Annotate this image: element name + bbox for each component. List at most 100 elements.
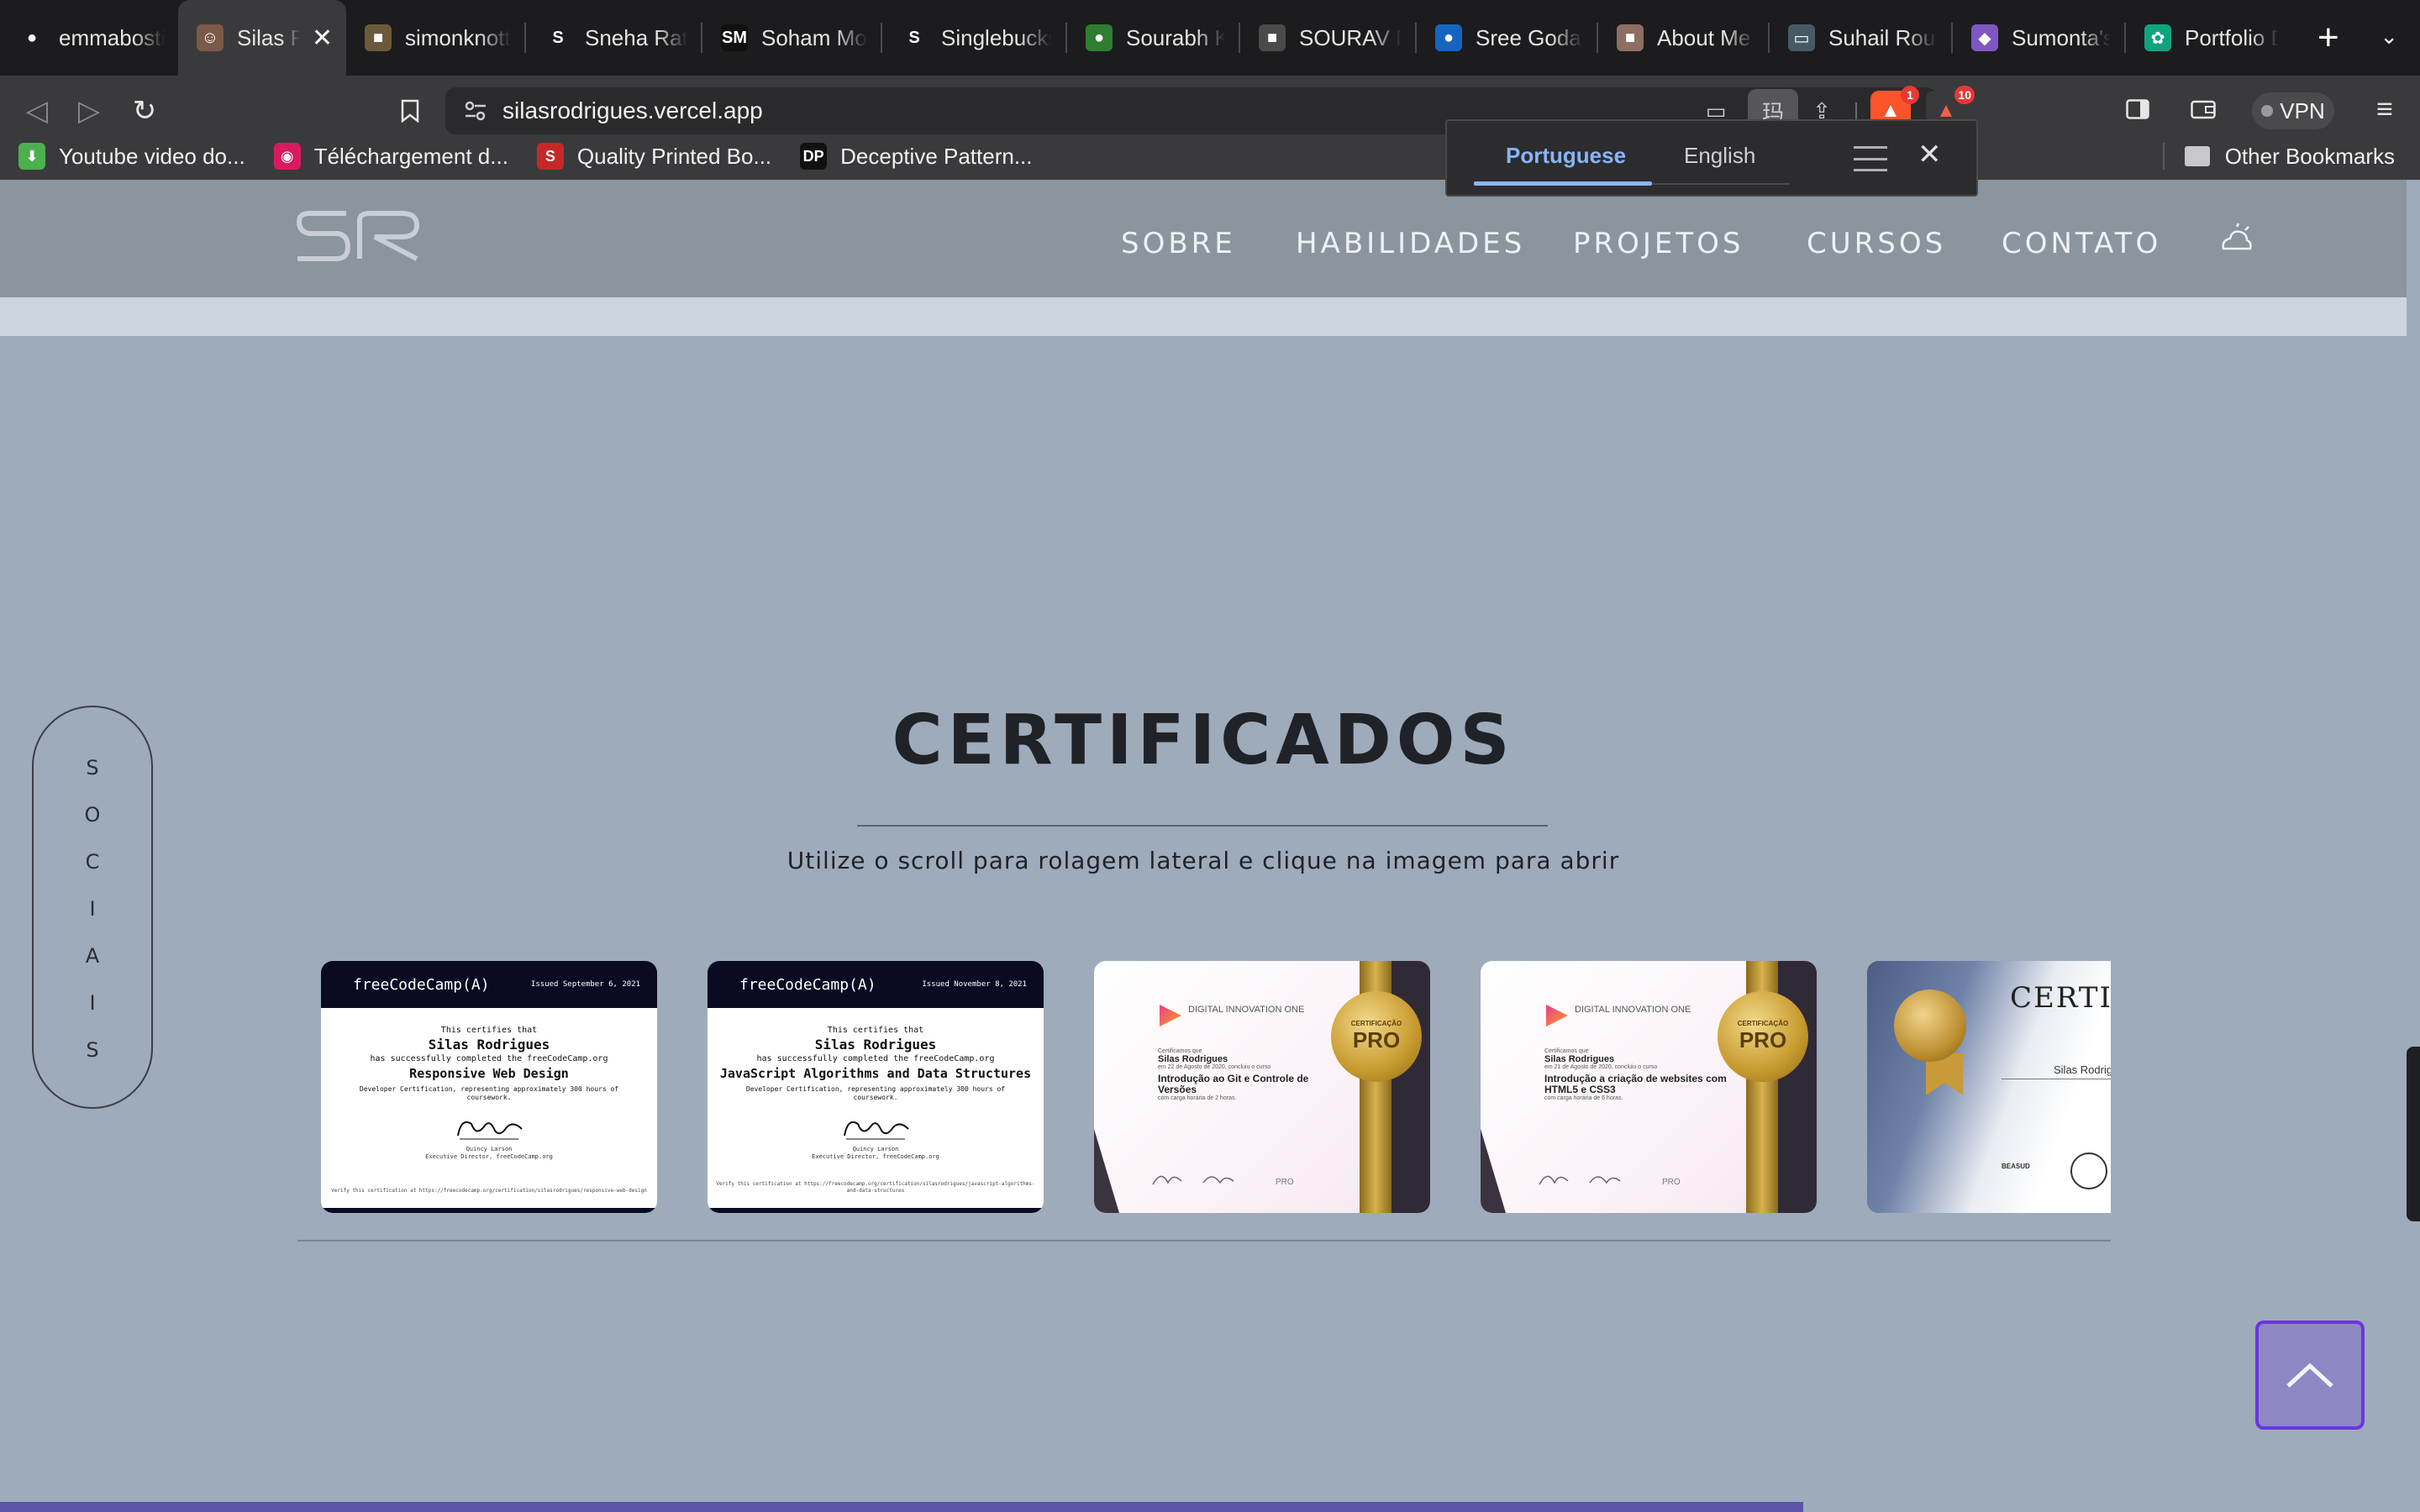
fcc-completed: has successfully completed the freeCodeC… [756,1054,995,1063]
corner-decoration [1481,1129,1506,1213]
vpn-status-dot [2261,105,2274,117]
browser-tab[interactable]: ● Sourabh Ko [1067,0,1239,76]
sidebar-toggle-icon[interactable] [2121,92,2154,126]
fcc-brand: freeCodeCamp(A) [739,975,876,994]
site-settings-icon[interactable] [459,94,492,128]
browser-tab-bar: ● emmabosti ☺ Silas R ✕ ■ simonknott S Sneha Rat… [0,0,2420,76]
wallet-icon[interactable] [2186,92,2220,126]
seal-caption: CERTIFICAÇÃO [1737,1020,1789,1027]
browser-tab[interactable]: ✿ Portfolio De [2126,0,2292,76]
translate-source-tab[interactable]: Portuguese [1506,143,1626,169]
fcc-signer-title: Executive Director, freeCodeCamp.org [812,1153,939,1160]
page-progress-bar [0,1502,1803,1512]
bookmark-item[interactable]: ⬇ Youtube video do... [18,143,245,170]
nav-link-habilidades[interactable]: HABILIDADES [1296,227,1525,260]
other-bookmarks[interactable]: Other Bookmarks [2162,133,2395,180]
tab-label: Sumonta's [2012,24,2111,50]
tab-label: Sree Godav [1476,24,1583,50]
avatar-icon: ■ [1259,24,1286,51]
webpage: SOBRE HABILIDADES PROJETOS CURSOS CONTATO SO… [0,180,2420,1512]
certificate-card-fcc-2[interactable]: freeCodeCamp(A) Issued November 8, 2021 … [708,961,1044,1213]
browser-tab[interactable]: ■ About Me | [1598,0,1768,76]
certificate-card-award[interactable]: CERTIF Silas Rodrig BEASUD [1867,961,2111,1213]
dio-course: Introdução a criação de websites com HTM… [1544,1073,1727,1095]
nav-link-sobre[interactable]: SOBRE [1121,227,1236,260]
bookmark-item[interactable]: ◉ Téléchargement d... [273,143,508,170]
scroll-to-top-button[interactable] [2255,1320,2365,1430]
tab-list-chevron-icon[interactable]: ⌄ [2380,24,2398,50]
translate-target-tab[interactable]: English [1684,143,1755,169]
browser-tab[interactable]: ☺ Silas R ✕ [178,0,346,76]
site-header: SOBRE HABILIDADES PROJETOS CURSOS CONTATO [0,180,2407,297]
dio-text: Certificamos que Silas Rodrigues em 21 d… [1544,1048,1729,1101]
emblem-icon [2070,1152,2107,1189]
side-panel-handle[interactable] [2407,1047,2420,1221]
dio-certify: Certificamos que [1544,1048,1589,1054]
tab-label: Sneha Ratn [585,24,687,50]
fcc-course: JavaScript Algorithms and Data Structure… [719,1066,1032,1081]
browser-tab[interactable]: S Sneha Ratn [526,0,701,76]
back-button[interactable]: ◁ [18,92,55,129]
bookmark-item[interactable]: S Quality Printed Bo... [536,143,771,170]
certificate-card-fcc-1[interactable]: freeCodeCamp(A) Issued September 6, 2021… [321,961,657,1213]
nav-link-cursos[interactable]: CURSOS [1807,227,1946,260]
theme-toggle-icon[interactable] [2217,222,2254,259]
fcc-recipient: Silas Rodrigues [814,1037,937,1053]
github-icon: ● [18,24,45,51]
browser-tab[interactable]: ● emmabosti [0,0,178,76]
fcc-issued-date: Issued September 6, 2021 [530,980,640,989]
nav-link-projetos[interactable]: PROJETOS [1573,227,1744,260]
folder-icon [2184,146,2210,166]
dp-logo-icon: DP [800,143,828,170]
avatar-icon: ■ [365,24,392,51]
forward-button[interactable]: ▷ [71,92,108,129]
dio-certify: Certificamos que [1158,1048,1202,1054]
pro-seal-icon: CERTIFICAÇÃO PRO [1331,991,1422,1082]
dio-hours: com carga horária de 2 horas. [1158,1095,1237,1101]
rewards-count-badge: 10 [1954,86,1975,104]
award-footer: BEASUD [2002,1163,2030,1170]
avatar-icon: ◆ [1971,24,1998,51]
dio-logo-text: DIGITAL INNOVATION ONE [1188,1005,1305,1015]
bookmark-item[interactable]: DP Deceptive Pattern... [800,143,1033,170]
dio-logo-icon [1160,1005,1181,1026]
reload-button[interactable]: ↻ [126,92,163,129]
dio-logo: DIGITAL INNOVATION ONE [1546,1005,1691,1026]
avatar-icon: ■ [1617,24,1644,51]
carousel-divider [297,1240,2111,1242]
fcc-completed: has successfully completed the freeCodeC… [370,1054,608,1063]
close-icon[interactable]: ✕ [1918,138,1942,171]
browser-tab[interactable]: ■ SOURAV DU [1240,0,1415,76]
dio-pro-footer: PRO [1276,1178,1294,1187]
tab-label: emmabosti [59,24,165,50]
url-text[interactable]: silasrodrigues.vercel.app [502,92,763,129]
browser-tab[interactable]: ● Sree Godav [1417,0,1597,76]
certificate-card-dio-2[interactable]: CERTIFICAÇÃO PRO DIGITAL INNOVATION ONE … [1481,961,1817,1213]
pink-app-icon: ◉ [273,143,301,170]
sr-logo-icon[interactable] [294,210,420,262]
scrollbar-track[interactable] [2407,180,2420,1512]
fcc-hours: Developer Certification, representing ap… [745,1085,1006,1101]
main-menu-icon[interactable]: ≡ [2368,92,2402,126]
letter-s-icon: S [536,143,564,170]
browser-tab[interactable]: ▭ Suhail Rous [1770,0,1951,76]
translate-options-icon[interactable] [1854,146,1887,171]
vpn-button[interactable]: VPN [2252,92,2334,129]
browser-tab[interactable]: SM Soham Mor [702,0,881,76]
seal-text: PRO [1352,1027,1401,1053]
browser-tab[interactable]: S Singlebucks [882,0,1065,76]
fcc-header: freeCodeCamp(A) Issued September 6, 2021 [321,961,657,1008]
openai-icon: ✿ [2144,24,2171,51]
certificates-carousel[interactable]: freeCodeCamp(A) Issued September 6, 2021… [321,961,2111,1215]
dio-recipient: Silas Rodrigues [1544,1054,1615,1064]
bookmarks-divider [2162,143,2165,170]
browser-tab[interactable]: ■ simonknott [346,0,524,76]
new-tab-button[interactable]: + [2317,17,2339,59]
certificate-card-dio-1[interactable]: CERTIFICAÇÃO PRO DIGITAL INNOVATION ONE … [1094,961,1430,1213]
browser-tab[interactable]: ◆ Sumonta's [1953,0,2124,76]
fcc-signer-title: Executive Director, freeCodeCamp.org [425,1153,553,1160]
dio-hours: com carga horária de 6 horas. [1544,1095,1623,1101]
nav-link-contato[interactable]: CONTATO [2002,227,2161,260]
bookmark-icon[interactable] [392,92,429,129]
tab-close-icon[interactable]: ✕ [312,24,333,53]
